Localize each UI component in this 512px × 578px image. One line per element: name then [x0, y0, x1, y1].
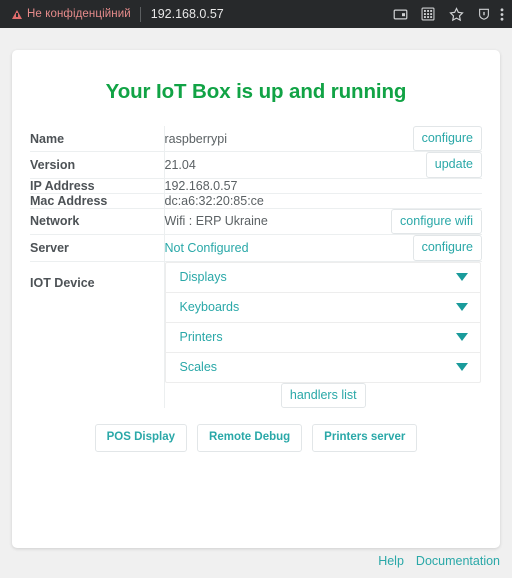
- browser-toolbar-icons: [386, 0, 506, 28]
- row-value-version: 21.04: [164, 158, 196, 173]
- warning-triangle-icon: [12, 9, 22, 19]
- footer: Help Documentation: [378, 554, 500, 568]
- shield-icon[interactable]: [470, 0, 498, 28]
- handlers-spacer: [30, 382, 165, 408]
- security-warning-badge[interactable]: Не конфіденційний: [12, 8, 131, 20]
- qr-code-icon[interactable]: [414, 0, 442, 28]
- accordion-item-printers[interactable]: Printers: [165, 323, 480, 353]
- row-action-mac-address: [364, 193, 482, 208]
- table-row-handlers: handlers list: [30, 382, 482, 408]
- row-label-ip-address: IP Address: [30, 178, 165, 194]
- table-row: Network Wifi : ERP Ukraine configure wif…: [30, 208, 482, 235]
- chevron-down-icon: [455, 272, 468, 281]
- menu-icon[interactable]: [498, 0, 506, 28]
- star-bookmark-icon[interactable]: [442, 0, 470, 28]
- security-warning-label: Не конфіденційний: [27, 8, 131, 20]
- iot-device-accordion: Displays Keyboards Printers Scales: [164, 261, 481, 383]
- row-action-name: configure: [364, 126, 482, 152]
- printers-server-button[interactable]: Printers server: [312, 423, 418, 453]
- configure-server-button[interactable]: configure: [412, 235, 482, 261]
- configure-wifi-button[interactable]: configure wifi: [391, 208, 482, 235]
- chevron-down-icon: [455, 332, 468, 341]
- browser-toolbar: Не конфіденційний 192.168.0.57: [0, 0, 512, 28]
- row-value-name: raspberrypi: [164, 131, 228, 146]
- row-value-ip-address: 192.168.0.57: [164, 178, 238, 193]
- update-button[interactable]: update: [425, 152, 482, 178]
- table-row: Name raspberrypi configure: [30, 126, 482, 152]
- table-row-iot-device: IOT Device Displays Keyboards Printers S…: [30, 261, 482, 383]
- table-row: IP Address 192.168.0.57: [30, 178, 482, 194]
- pos-display-button[interactable]: POS Display: [94, 423, 188, 453]
- table-row: Server Not Configured configure: [30, 234, 482, 261]
- address-bar-url[interactable]: 192.168.0.57: [151, 7, 386, 21]
- chevron-down-icon: [455, 362, 468, 371]
- accordion-label-displays: Displays: [179, 269, 227, 284]
- accordion-item-keyboards[interactable]: Keyboards: [165, 293, 480, 323]
- bottom-button-group: POS Display Remote Debug Printers server: [12, 423, 500, 453]
- documentation-link[interactable]: Documentation: [416, 554, 500, 568]
- accordion-label-keyboards: Keyboards: [179, 299, 240, 314]
- row-label-network: Network: [30, 208, 165, 235]
- row-label-server: Server: [30, 234, 165, 261]
- table-row: Version 21.04 update: [30, 151, 482, 179]
- handlers-list-button[interactable]: handlers list: [280, 382, 366, 408]
- row-action-ip-address: [364, 178, 482, 193]
- row-action-version: update: [364, 152, 482, 178]
- iot-device-cell: Displays Keyboards Printers Scales: [164, 261, 482, 383]
- row-action-network: configure wifi: [364, 208, 482, 235]
- row-label-mac-address: Mac Address: [30, 193, 165, 209]
- accordion-item-displays[interactable]: Displays: [165, 263, 480, 293]
- row-value-mac-address: dc:a6:32:20:85:ce: [164, 193, 264, 208]
- row-label-version: Version: [30, 151, 165, 179]
- cast-icon[interactable]: [386, 0, 414, 28]
- row-value-server[interactable]: Not Configured: [164, 235, 364, 261]
- status-card: Your IoT Box is up and running Name rasp…: [12, 50, 500, 548]
- handlers-cell: handlers list: [164, 382, 482, 408]
- row-value-network: Wifi : ERP Ukraine: [164, 214, 268, 229]
- accordion-label-printers: Printers: [179, 329, 223, 344]
- row-label-iot-device: IOT Device: [30, 261, 165, 383]
- chevron-down-icon: [455, 302, 468, 311]
- toolbar-divider: [139, 6, 141, 22]
- accordion-item-scales[interactable]: Scales: [166, 353, 480, 382]
- row-label-name: Name: [30, 126, 165, 152]
- help-link[interactable]: Help: [378, 554, 404, 568]
- accordion-label-scales: Scales: [179, 359, 218, 374]
- device-info-table: Name raspberrypi configure Version 21.04…: [30, 126, 482, 408]
- page-title: Your IoT Box is up and running: [105, 80, 407, 103]
- row-action-server: configure: [364, 235, 482, 261]
- configure-name-button[interactable]: configure: [412, 126, 482, 152]
- table-row: Mac Address dc:a6:32:20:85:ce: [30, 193, 482, 209]
- remote-debug-button[interactable]: Remote Debug: [197, 423, 303, 453]
